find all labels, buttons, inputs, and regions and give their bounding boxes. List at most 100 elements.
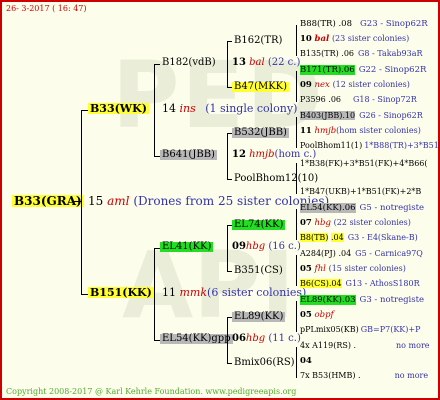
g4-3-sire[interactable]: B403(JBB).10 G26 - Sinop62R [300,111,423,120]
g4-5-sire-name: EL54(KK) [300,203,342,213]
g4-3-dam[interactable]: PoolBhom11(1)1*B88(TR)+3*B51(FK)+5 [300,141,438,150]
g4-5-connector [296,209,297,240]
g4-2-sire-y: .06 [341,65,355,75]
g2-3-code: hbg [245,241,266,252]
g4-6-connector [296,255,297,286]
g2-1-code: bal [249,57,265,68]
g4-3-sire-ref: G26 - Sinop62R [359,111,423,120]
g1-sire-info: (1 single colony) [205,102,298,115]
g4-8-sire-ref: no more [396,341,430,350]
g4-5-dam[interactable]: B8(TB) .04 G3 - E4(Skane-B) [300,233,418,242]
g4-5-sire[interactable]: EL54(KK).06 G5 - notregiste [300,203,425,213]
g4-3-sire-name: B403(JBB) [300,111,343,120]
g3-8-queen[interactable]: Bmix06(RS) [232,358,297,368]
g1b-connector [81,294,88,295]
g3-6-queen[interactable]: B351(CS) [232,266,285,276]
root-connector [81,110,82,294]
g3-4-queen[interactable]: PoolBhom12(10) [232,174,320,184]
g4-2-info: (12 sister colonies) [332,80,410,89]
g4-7-sire-ref: G3 - notregiste [359,295,425,305]
g1-dam-code: mmk [179,286,208,299]
g2-3-num: 09 [232,241,246,252]
g4-2-sire[interactable]: B171(TR).06 G22 - Sinop62R [300,65,427,75]
g4-4-dam[interactable]: 1*B47(UKB)+1*B51(FK)+2*B [300,188,421,196]
g4-8-dam-name: 7x B53(HMB) [300,371,356,380]
g2-3-queen[interactable]: EL41(KK) [160,242,214,252]
g4-8-sire[interactable]: 4x A119(RS) . no more [300,342,430,350]
g1-dam-num: 11 [162,286,176,299]
root-line: 15 aml (Drones from 25 sister colonies) [88,195,329,207]
g2-4-queen[interactable]: EL54(KK)gpp [160,334,233,344]
g2-4-code: hbg [245,333,266,344]
pedigree-chart: PED API 26- 3-2017 ( 16: 47) B33(GRA) 15… [0,0,440,400]
g4-1-sire-ref: G23 - Sinop62R [360,19,428,29]
g4-4-connector [296,163,297,194]
g4-2-num: 09 [300,80,312,90]
g2-1-info: (22 c.) [267,57,301,68]
g4-8-connector [296,347,297,378]
root-code: aml [107,194,130,208]
g4-2-dam-ref: G18 - Sinop72R [353,95,417,104]
g1-sire-queen[interactable]: B33(WK) [88,103,149,114]
g2-3-line: 09hbg (16 c.) [232,242,301,252]
g2-4-num: 06 [232,333,246,344]
g4-8-sire-name: 4x A119(RS) [300,341,351,350]
g4-6-sire[interactable]: A284(PJ) .04 G5 - Carnica97Q [300,250,423,258]
g2-4-line: 06hbg (11 c.) [232,334,301,344]
g4-8-num: 04 [300,356,312,366]
g4-6-dam-y: .04 [328,279,342,288]
g4-7-dam[interactable]: pPLmix05(KB) GB=P7(KK)+P [300,326,420,334]
g2-2-queen[interactable]: B641(JBB) [160,150,217,160]
g4-5-sire-y: .06 [342,203,356,213]
g4-1-code: bal [314,34,330,44]
g2b-connector [154,248,155,340]
g3-2-queen[interactable]: B47(MKK) [232,82,290,92]
g1-dam-line: 11 mmk(6 sister colonies) [162,287,306,298]
g4-2-sire-ref: G22 - Sinop62R [358,65,427,75]
g4-6-dam[interactable]: B6(CS).04 G13 - AthosS180R [300,279,420,288]
g3b-connector [227,133,228,179]
g3-7-queen[interactable]: EL89(KK) [232,312,286,322]
g4-8-sire-y: . [353,341,357,350]
g3-1-queen[interactable]: B162(TR) [232,36,284,46]
g4-1-dam-y: .06 [341,49,355,58]
g2-1-queen[interactable]: B182(vdB) [160,58,218,68]
g4-1-dam[interactable]: B135(TR) .06 G8 - Takab93aR [300,50,423,58]
header-date: 26- 3-2017 ( 16: 47) [6,4,87,13]
g1-dam-info: (6 sister colonies) [207,286,307,299]
g4-4-sire[interactable]: 1*B38(FK)+3*B51(FK)+4*B66( [300,160,428,168]
g4-3-sire-y: .10 [342,111,356,120]
g4-2-dam-name: P3596 [300,95,326,104]
g4-5-sire-ref: G5 - notregiste [359,203,425,213]
g3c-connector [227,225,228,271]
g1a-connector [81,110,88,111]
g4-2-sire-name: B171(TR) [300,65,342,75]
root-queen[interactable]: B33(GRA) [12,195,84,207]
g1-dam-queen[interactable]: B151(KK) [88,287,154,298]
g4-5-dam-y: .04 [330,233,344,242]
g4-2-line: 09 nex (12 sister colonies) [300,81,410,90]
g4-1-sire[interactable]: B88(TR) .08 G23 - Sinop62R [300,20,428,29]
g4-7-sire-name: EL89(KK) [300,295,342,305]
g4-1-num: 10 [300,34,312,44]
g4-3-connector [296,117,297,148]
root-num: 15 [88,194,104,208]
g3a-connector [227,41,228,87]
g4-8-dam[interactable]: 7x B53(HMB) . no more [300,372,428,380]
g4-3-line: 11 hmjb(hom sister colonies) [300,127,421,136]
g4-2-connector [296,71,297,102]
g4-1-sire-y: .08 [338,19,352,29]
g4-5-dam-ref: G3 - E4(Skane-B) [347,233,418,242]
g3-3-queen[interactable]: B532(JBB) [232,128,289,138]
g4-6-sire-name: A284(PJ) [300,249,336,258]
g1-sire-num: 14 [162,102,176,115]
g1-sire-line: 14 ins (1 single colony) [162,103,297,114]
g4-8-dam-ref: no more [394,371,429,380]
g4-3-code: hmjb [314,126,337,136]
g4-7-sire[interactable]: EL89(KK).03 G3 - notregiste [300,295,425,305]
g4-3-dam-name: PoolBhom11(1) [300,141,363,150]
g3-5-queen[interactable]: EL74(KK) [232,220,286,230]
g4-2-dam[interactable]: P3596 .06 G18 - Sinop72R [300,96,417,104]
g4-1-connector [296,25,297,56]
g4-6-line: 05 fhl (15 sister colonies) [300,265,406,274]
